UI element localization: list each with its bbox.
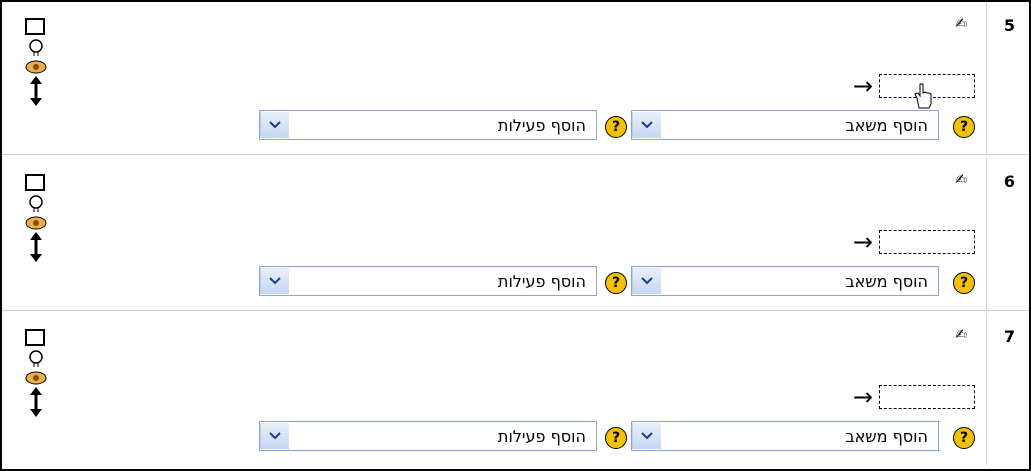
section-row-7: 7 ✍ → ? הוסף משאב ? הוסף פעילות <box>2 313 1029 465</box>
section-controls <box>22 327 50 417</box>
edit-pencil-icon[interactable]: ✍ <box>955 16 967 32</box>
right-arrow-icon: → <box>852 72 873 100</box>
add-resource-label: הוסף משאב <box>845 426 928 446</box>
drop-target-box[interactable] <box>879 385 975 409</box>
checkbox-icon[interactable] <box>24 327 48 349</box>
lightbulb-icon[interactable] <box>24 194 48 214</box>
move-arrow-icon[interactable] <box>24 76 48 106</box>
help-icon[interactable]: ? <box>953 427 975 449</box>
checkbox-icon[interactable] <box>24 16 48 38</box>
hand-pointer-icon <box>914 83 932 109</box>
help-icon[interactable]: ? <box>605 427 627 449</box>
section-row-5: 5 ✍ → ? הוסף משאב ? הוסף פעילות <box>2 2 1029 155</box>
eye-icon[interactable] <box>24 214 48 232</box>
add-resource-select[interactable]: הוסף משאב <box>631 110 939 140</box>
section-number: 6 <box>1003 172 1015 191</box>
edit-pencil-icon[interactable]: ✍ <box>955 327 967 343</box>
chevron-down-icon[interactable] <box>632 423 661 449</box>
add-activity-label: הוסף פעילות <box>497 271 586 291</box>
move-arrow-icon[interactable] <box>24 387 48 417</box>
chevron-down-icon[interactable] <box>632 268 661 294</box>
course-sections-frame: 5 ✍ → ? הוסף משאב ? הוסף פעילות 6 ✍ → ? … <box>0 0 1031 471</box>
add-resource-select[interactable]: הוסף משאב <box>631 421 939 451</box>
checkbox-icon[interactable] <box>24 172 48 194</box>
add-resource-select[interactable]: הוסף משאב <box>631 266 939 296</box>
add-activity-label: הוסף פעילות <box>497 115 586 135</box>
add-resource-label: הוסף משאב <box>845 271 928 291</box>
move-arrow-icon[interactable] <box>24 232 48 262</box>
chevron-down-icon[interactable] <box>632 112 661 138</box>
add-resource-label: הוסף משאב <box>845 115 928 135</box>
section-controls <box>22 16 50 106</box>
add-activity-select[interactable]: הוסף פעילות <box>259 110 597 140</box>
add-activity-label: הוסף פעילות <box>497 426 586 446</box>
edit-pencil-icon[interactable]: ✍ <box>955 172 967 188</box>
chevron-down-icon[interactable] <box>260 112 289 138</box>
lightbulb-icon[interactable] <box>24 349 48 369</box>
eye-icon[interactable] <box>24 58 48 76</box>
chevron-down-icon[interactable] <box>260 423 289 449</box>
section-number-cell: 5 <box>986 2 1029 154</box>
eye-icon[interactable] <box>24 369 48 387</box>
section-controls <box>22 172 50 262</box>
add-activity-select[interactable]: הוסף פעילות <box>259 421 597 451</box>
section-row-6: 6 ✍ → ? הוסף משאב ? הוסף פעילות <box>2 158 1029 311</box>
help-icon[interactable]: ? <box>953 116 975 138</box>
drop-target-box[interactable] <box>879 230 975 254</box>
section-number-cell: 6 <box>986 158 1029 310</box>
right-arrow-icon: → <box>852 383 873 411</box>
right-arrow-icon: → <box>852 228 873 256</box>
move-target: → <box>853 230 975 254</box>
chevron-down-icon[interactable] <box>260 268 289 294</box>
help-icon[interactable]: ? <box>953 272 975 294</box>
section-number-cell: 7 <box>986 313 1029 465</box>
add-activity-select[interactable]: הוסף פעילות <box>259 266 597 296</box>
help-icon[interactable]: ? <box>605 116 627 138</box>
lightbulb-icon[interactable] <box>24 38 48 58</box>
help-icon[interactable]: ? <box>605 272 627 294</box>
section-number: 5 <box>1003 16 1015 35</box>
section-number: 7 <box>1003 327 1015 346</box>
move-target: → <box>853 385 975 409</box>
